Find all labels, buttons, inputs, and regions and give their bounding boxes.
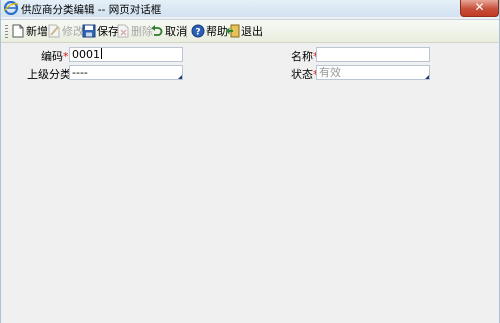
close-button[interactable]: ✕ — [460, 0, 499, 17]
delete-document-icon — [117, 24, 129, 38]
window-title: 供应商分类编辑 -- 网页对话框 — [21, 4, 162, 16]
cancel-button-label: 取消 — [165, 25, 187, 38]
parent-category-label: 上级分类 — [27, 68, 71, 81]
toolbar-separator — [186, 25, 187, 38]
status-value: 有效 — [319, 66, 341, 79]
exit-door-icon — [226, 24, 240, 38]
new-button-label: 新增 — [26, 25, 48, 38]
parent-category-value: ---- — [72, 66, 88, 79]
svg-text:?: ? — [195, 28, 200, 38]
help-button-label: 帮助 — [206, 25, 228, 38]
toolbar: 新增 修改 保存 删除 取消 ? 帮助 退出 — [1, 19, 499, 43]
exit-button-label: 退出 — [241, 25, 263, 38]
edit-button[interactable]: 修改 — [47, 23, 84, 39]
title-bar: 供应商分类编辑 -- 网页对话框 ✕ — [1, 0, 499, 17]
edit-pencil-icon — [48, 24, 60, 38]
delete-button[interactable]: 删除 — [116, 23, 153, 39]
toolbar-grip-icon — [5, 25, 8, 38]
new-button[interactable]: 新增 — [11, 23, 48, 39]
undo-arrow-icon — [151, 25, 163, 36]
save-button[interactable]: 保存 — [82, 23, 119, 39]
name-input[interactable] — [316, 47, 430, 62]
code-value: 0001 — [72, 48, 100, 61]
text-caret — [101, 48, 102, 59]
new-document-icon — [12, 24, 24, 38]
edit-button-label: 修改 — [62, 25, 84, 38]
cancel-button[interactable]: 取消 — [150, 23, 187, 39]
exit-button[interactable]: 退出 — [226, 23, 263, 39]
required-mark: * — [63, 50, 69, 63]
save-disk-icon — [82, 24, 96, 38]
dropdown-corner-icon — [178, 75, 182, 79]
status-select[interactable]: 有效 — [316, 65, 430, 80]
help-button[interactable]: ? 帮助 — [191, 23, 228, 39]
close-icon: ✕ — [474, 0, 485, 14]
dropdown-corner-icon — [425, 75, 429, 79]
parent-category-select[interactable]: ---- — [69, 65, 183, 80]
help-question-icon: ? — [191, 24, 205, 38]
code-input[interactable]: 0001 — [69, 47, 183, 62]
name-label: 名称* — [291, 48, 319, 64]
dialog-window: 供应商分类编辑 -- 网页对话框 ✕ 新增 修改 保存 删除 取消 ? 帮助 退… — [0, 0, 500, 323]
status-label: 状态* — [291, 66, 319, 82]
ie-icon — [4, 1, 18, 15]
code-label: 编码* — [41, 50, 69, 63]
